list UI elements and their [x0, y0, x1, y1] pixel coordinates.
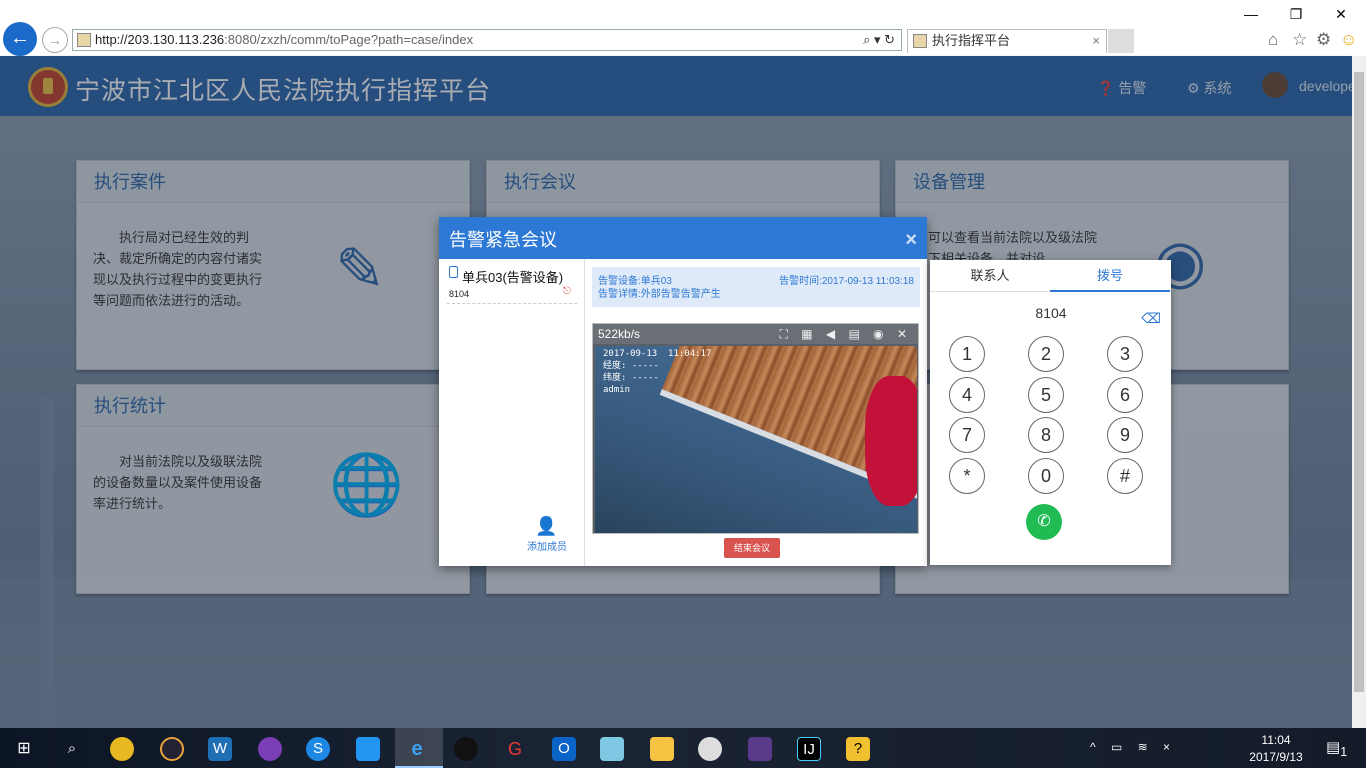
paint-icon[interactable] — [698, 737, 722, 761]
close-window-icon[interactable]: ✕ — [1333, 6, 1349, 23]
url-path: :8080/zxzh/comm/toPage?path=case/index — [224, 32, 474, 47]
taskbar: ⊞ ⌕ W S e G O IJ ? ^ ▭ ≋ × 11:04 2017/9/… — [0, 728, 1366, 768]
key-8[interactable]: 8 — [1028, 417, 1064, 453]
tab-dial[interactable]: 拨号 — [1050, 260, 1170, 292]
hangup-icon[interactable]: ⎋ — [563, 286, 571, 297]
add-user-icon[interactable]: 👤 — [535, 516, 557, 537]
new-tab-button[interactable] — [1108, 29, 1134, 53]
video-bitrate: 522kb/s — [598, 327, 641, 341]
key-hash[interactable]: # — [1107, 458, 1143, 494]
tab-favicon-icon — [913, 34, 927, 48]
contacts-icon[interactable] — [356, 737, 380, 761]
tab-close-icon[interactable]: × — [1092, 30, 1100, 52]
key-6[interactable]: 6 — [1107, 377, 1143, 413]
address-bar[interactable]: http://203.130.113.236:8080/zxzh/comm/to… — [72, 29, 902, 51]
back-arrow-icon[interactable]: ← — [3, 22, 37, 56]
webstorm-icon[interactable]: W — [208, 737, 232, 761]
key-4[interactable]: 4 — [949, 377, 985, 413]
home-icon[interactable]: ⌂ — [1268, 30, 1278, 50]
tab-contacts[interactable]: 联系人 — [930, 260, 1050, 292]
intellij-icon[interactable]: IJ — [797, 737, 821, 761]
forward-arrow-icon[interactable]: → — [42, 27, 68, 53]
video-frame: 2017-09-13 11:04:17 经度: ----- 纬度: ----- … — [595, 346, 917, 533]
settings-gear-icon[interactable]: ⚙ — [1316, 30, 1331, 50]
backspace-icon[interactable]: ⌫ — [1141, 310, 1161, 327]
url-host: http://203.130.113.236 — [95, 32, 225, 47]
restore-icon[interactable]: ❐ — [1288, 6, 1304, 23]
key-2[interactable]: 2 — [1028, 336, 1064, 372]
search-icon[interactable]: ⌕ — [60, 737, 84, 761]
search-refresh-icon[interactable]: ⌕ ▾ ↻ — [863, 30, 895, 50]
internet-explorer-icon[interactable]: e — [405, 737, 429, 761]
browser-chrome: — ❐ ✕ ← → http://203.130.113.236:8080/zx… — [0, 0, 1366, 56]
clock[interactable]: 11:04 2017/9/13 — [1240, 732, 1312, 766]
page-scrollbar[interactable] — [1352, 56, 1366, 728]
browser-tab[interactable]: 执行指挥平台 × — [907, 29, 1107, 53]
outlook-icon[interactable]: O — [552, 737, 576, 761]
video-controls-icons[interactable]: ⛶ ▦ ◀ ▤ ◉ ✕ — [780, 324, 913, 344]
dialer-panel: 联系人 拨号 8104 ⌫ 1 2 3 4 5 6 7 8 9 * 0 # ✆ — [930, 260, 1171, 565]
add-member-button[interactable]: 添加成员 — [527, 538, 567, 553]
call-button[interactable]: ✆ — [1026, 504, 1062, 540]
eclipse-icon[interactable] — [160, 737, 184, 761]
video-scene-object — [865, 376, 917, 506]
qq-icon[interactable] — [454, 737, 478, 761]
close-icon[interactable]: × — [905, 229, 917, 252]
divider — [447, 303, 577, 304]
app-blue-icon[interactable] — [600, 737, 624, 761]
app-grid-icon[interactable] — [748, 737, 772, 761]
member-id: 8104 — [449, 289, 470, 299]
minimize-icon[interactable]: — — [1243, 6, 1259, 22]
favorites-star-icon[interactable]: ☆ — [1292, 30, 1307, 50]
device-icon — [449, 266, 458, 278]
windows-start-icon[interactable]: ⊞ — [12, 737, 36, 761]
dial-number-display[interactable]: 8104 — [990, 305, 1112, 321]
key-1[interactable]: 1 — [949, 336, 985, 372]
clock-date: 2017/9/13 — [1249, 750, 1303, 764]
video-toolbar: 522kb/s ⛶ ▦ ◀ ▤ ◉ ✕ — [593, 324, 918, 344]
key-9[interactable]: 9 — [1107, 417, 1143, 453]
alarm-info: 告警设备:单兵03 告警详情:外部告警告警产生 告警时间:2017-09-13 … — [592, 267, 920, 307]
video-player[interactable]: 522kb/s ⛶ ▦ ◀ ▤ ◉ ✕ 2017-09-13 11:04:17 … — [592, 323, 919, 534]
alarm-meeting-dialog: 告警紧急会议 × 单兵03(告警设备) 8104 ⎋ 👤 添加成员 告警设备:单… — [439, 217, 927, 566]
video-osd-text: 2017-09-13 11:04:17 经度: ----- 纬度: ----- … — [603, 349, 712, 395]
scrollbar-thumb[interactable] — [1354, 72, 1364, 692]
key-3[interactable]: 3 — [1107, 336, 1143, 372]
clock-time: 11:04 — [1261, 733, 1291, 747]
sogou-icon[interactable]: S — [306, 737, 330, 761]
member-name[interactable]: 单兵03(告警设备) — [462, 267, 563, 286]
app-red-icon[interactable]: G — [503, 737, 527, 761]
help-app-icon[interactable]: ? — [846, 737, 870, 761]
key-0[interactable]: 0 — [1028, 458, 1064, 494]
end-meeting-button[interactable]: 结束会议 — [724, 538, 780, 558]
favicon-icon — [77, 33, 91, 47]
key-7[interactable]: 7 — [949, 417, 985, 453]
alarm-time: 告警时间:2017-09-13 11:03:18 — [779, 276, 914, 287]
chrome-icon[interactable] — [110, 737, 134, 761]
member-list: 单兵03(告警设备) 8104 ⎋ 👤 添加成员 — [439, 259, 585, 566]
dialog-title: 告警紧急会议 — [439, 217, 927, 259]
smiley-feedback-icon[interactable]: ☺ — [1340, 30, 1357, 50]
notification-icon[interactable]: ▤1 — [1326, 738, 1347, 759]
alarm-detail: 告警详情:外部告警告警产生 — [598, 289, 721, 300]
app-purple-icon[interactable] — [258, 737, 282, 761]
key-5[interactable]: 5 — [1028, 377, 1064, 413]
key-star[interactable]: * — [949, 458, 985, 494]
notification-count: 1 — [1340, 745, 1348, 759]
file-explorer-icon[interactable] — [650, 737, 674, 761]
system-tray-icons[interactable]: ^ ▭ ≋ × — [1090, 740, 1176, 754]
tab-title: 执行指挥平台 — [932, 33, 1011, 48]
